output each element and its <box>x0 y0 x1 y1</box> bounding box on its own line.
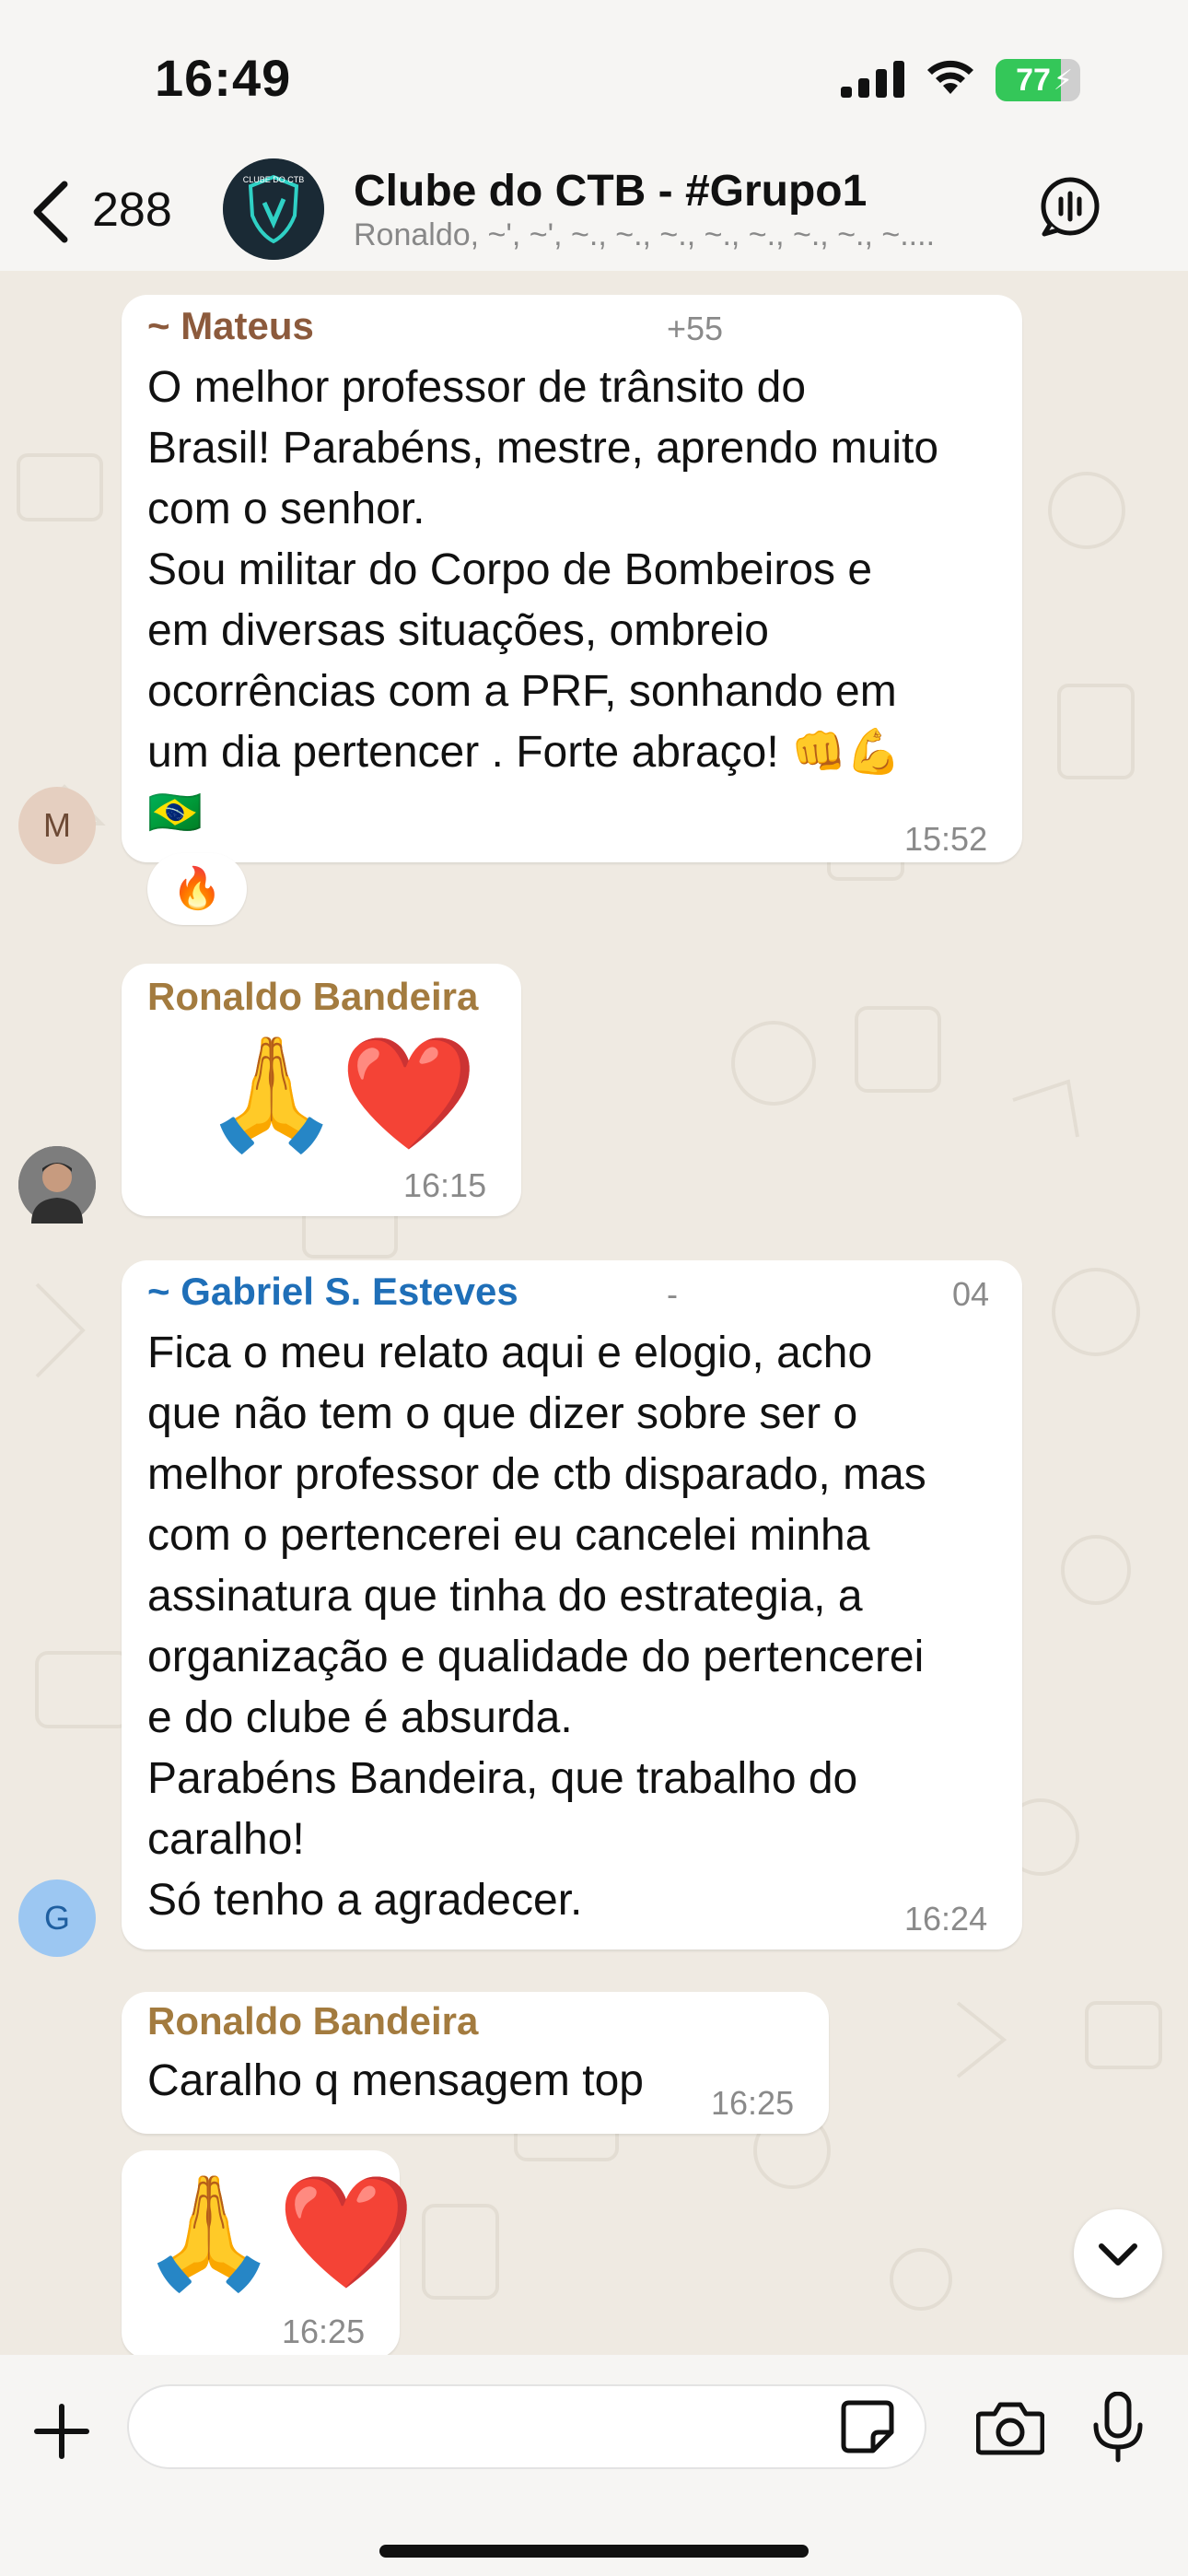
message-input[interactable] <box>127 2384 926 2469</box>
charging-bolt-icon: ⚡ <box>1053 65 1073 96</box>
avatar-photo[interactable] <box>18 1146 96 1224</box>
battery-icon: 77 ⚡ <box>996 59 1080 101</box>
emoji-message: 🙏❤️ <box>203 1032 478 1155</box>
message-time: 15:52 <box>904 820 988 858</box>
message-bubble[interactable]: ~ Gabriel S. Esteves - 04 Fica o meu rel… <box>122 1260 1022 1950</box>
shield-logo-icon: CLUBE DO CTB <box>223 158 324 260</box>
person-photo-icon <box>18 1146 96 1224</box>
sticker-icon[interactable] <box>840 2399 895 2454</box>
chat-header: 288 CLUBE DO CTB Clube do CTB - #Grupo1 … <box>0 157 1188 271</box>
microphone-icon[interactable] <box>1092 2392 1144 2464</box>
scroll-to-bottom-button[interactable] <box>1074 2209 1162 2298</box>
cellular-signal-icon <box>841 61 904 98</box>
plus-icon[interactable] <box>33 2403 90 2460</box>
message-bubble[interactable]: Ronaldo Bandeira Caralho q mensagem top … <box>122 1992 829 2134</box>
status-bar: 16:49 77 ⚡ <box>0 0 1188 157</box>
sender-name[interactable]: Ronaldo Bandeira <box>147 975 478 1019</box>
message-bubble[interactable]: Ronaldo Bandeira 🙏❤️ 16:15 <box>122 964 521 1216</box>
emoji-message: 🙏❤️ <box>140 2171 415 2294</box>
chat-area[interactable]: ~ Mateus +55 O melhor professor de trâns… <box>0 271 1188 2355</box>
message-bubble[interactable]: ~ Mateus +55 O melhor professor de trâns… <box>122 295 1022 862</box>
message-text: O melhor professor de trânsito do Brasil… <box>147 363 939 837</box>
sender-name[interactable]: ~ Mateus <box>147 304 314 348</box>
reaction-badge[interactable]: 🔥 <box>147 853 247 925</box>
chevron-left-icon[interactable] <box>28 179 74 245</box>
call-waveform-icon[interactable] <box>1039 175 1101 238</box>
message-time: 16:25 <box>282 2313 366 2350</box>
message-time: 16:24 <box>904 1900 988 1938</box>
status-time: 16:49 <box>155 49 292 107</box>
sender-phone: 04 <box>952 1275 990 1313</box>
composer-bar <box>0 2355 1188 2576</box>
message-bubble[interactable]: 🙏❤️ 16:25 <box>122 2150 415 2355</box>
message-time: 16:15 <box>403 1166 487 1204</box>
home-indicator <box>379 2545 809 2558</box>
camera-icon[interactable] <box>976 2399 1044 2456</box>
group-title[interactable]: Clube do CTB - #Grupo1 <box>354 166 867 217</box>
group-avatar-text: CLUBE DO CTB <box>243 175 305 184</box>
group-avatar[interactable]: CLUBE DO CTB <box>223 158 324 260</box>
message-text: Fica o meu relato aqui e elogio, acho qu… <box>147 1329 926 1925</box>
group-members[interactable]: Ronaldo, ~', ~', ~., ~., ~., ~., ~., ~.,… <box>354 217 1007 253</box>
sender-name[interactable]: Ronaldo Bandeira <box>147 1999 478 2043</box>
sender-phone-dash: - <box>667 1275 678 1313</box>
wifi-icon <box>927 60 973 94</box>
unread-count[interactable]: 288 <box>92 182 172 238</box>
message-text: Caralho q mensagem top <box>147 2056 644 2105</box>
avatar[interactable]: G <box>18 1879 96 1957</box>
sender-phone: +55 <box>667 310 724 347</box>
avatar[interactable]: M <box>18 787 96 864</box>
message-time: 16:25 <box>711 2084 795 2122</box>
chevron-down-icon <box>1099 2243 1137 2266</box>
sender-name[interactable]: ~ Gabriel S. Esteves <box>147 1270 518 1314</box>
